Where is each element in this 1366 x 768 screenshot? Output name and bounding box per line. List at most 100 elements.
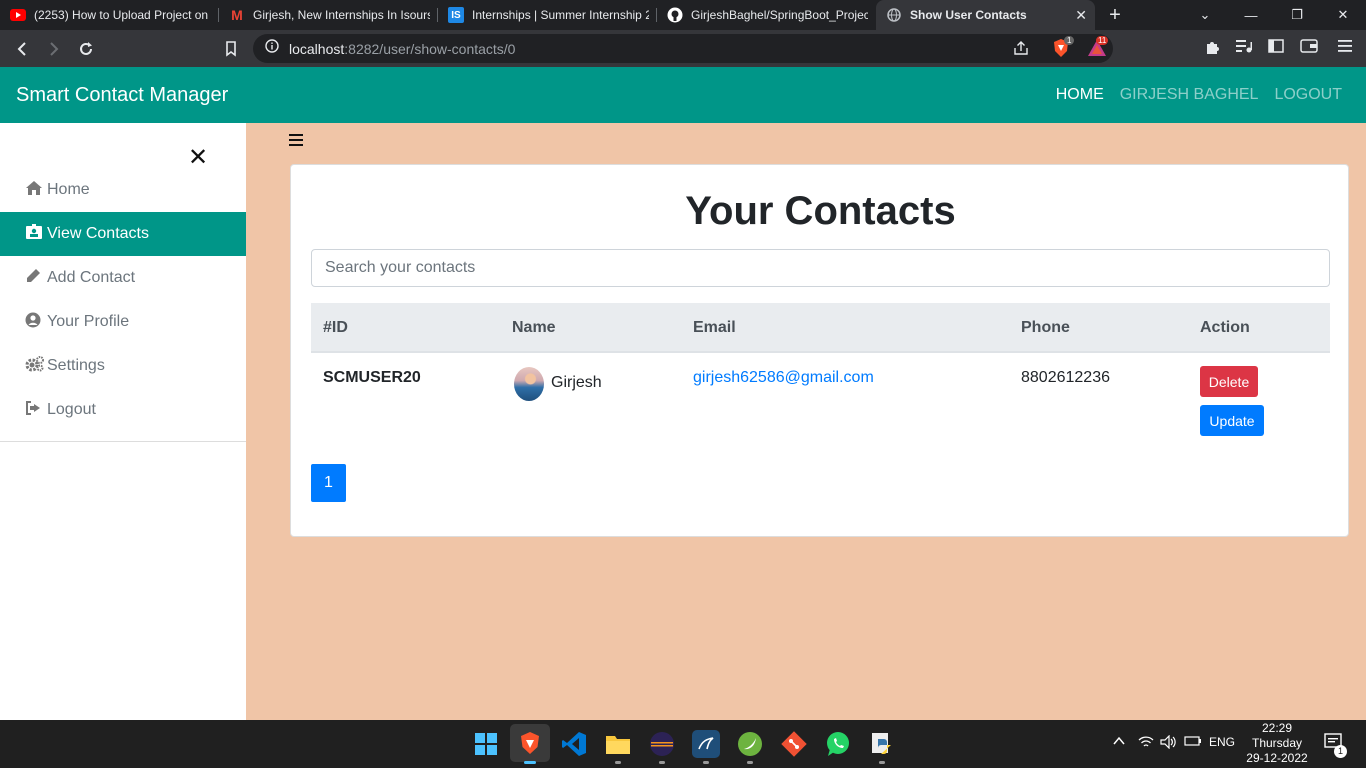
contact-id: SCMUSER20	[323, 369, 421, 386]
mysql-workbench-icon[interactable]	[692, 730, 720, 758]
menu-icon[interactable]	[1338, 39, 1352, 56]
sidebar-divider	[0, 441, 246, 442]
page-title: Your Contacts	[685, 189, 956, 233]
delete-button[interactable]: Delete	[1200, 366, 1258, 397]
address-bar[interactable]: localhost:8282/user/show-contacts/0	[253, 34, 1113, 63]
git-icon[interactable]	[780, 730, 808, 758]
eclipse-icon[interactable]	[648, 730, 676, 758]
new-tab-button[interactable]: +	[1095, 0, 1135, 30]
contact-email-link[interactable]: girjesh62586@gmail.com	[693, 369, 874, 387]
forward-icon[interactable]	[43, 38, 65, 60]
whatsapp-icon[interactable]	[824, 730, 852, 758]
browser-tab-3[interactable]: GirjeshBaghel/SpringBoot_Project	[657, 0, 876, 30]
browser-tab-4-active[interactable]: Show User Contacts ✕	[876, 0, 1095, 30]
active-app-indicator	[524, 761, 536, 764]
user-circle-icon	[25, 312, 43, 333]
pagination-page-1[interactable]: 1	[311, 464, 346, 502]
back-icon[interactable]	[11, 38, 33, 60]
wifi-icon[interactable]	[1138, 735, 1154, 752]
brave-browser-taskbar-icon[interactable]	[510, 724, 550, 762]
sidebar-item-settings[interactable]: Settings	[0, 344, 246, 388]
sidebar-toggle-icon[interactable]	[1268, 39, 1284, 56]
nav-link-logout[interactable]: LOGOUT	[1274, 86, 1342, 104]
browser-tab-bar: (2253) How to Upload Project on G M Girj…	[0, 0, 1366, 30]
volume-icon[interactable]	[1160, 734, 1178, 752]
language-indicator[interactable]: ENG	[1209, 735, 1235, 749]
site-info-icon[interactable]	[265, 39, 279, 58]
vscode-icon[interactable]	[560, 730, 588, 758]
sidebar-item-label: Add Contact	[47, 269, 136, 286]
clock-date: 29-12-2022	[1246, 751, 1308, 765]
isourse-icon: IS	[448, 7, 464, 23]
maximize-icon[interactable]: ❐	[1274, 0, 1320, 30]
avatar	[514, 367, 544, 401]
id-card-icon	[25, 223, 43, 245]
sidebar-item-label: Your Profile	[47, 313, 130, 330]
browser-tab-1[interactable]: M Girjesh, New Internships In Isourse	[219, 0, 438, 30]
sign-out-icon	[25, 400, 43, 421]
windows-start-icon[interactable]	[472, 730, 500, 758]
sidebar-item-view-contacts[interactable]: View Contacts	[0, 212, 246, 256]
tab-search-icon[interactable]: ⌄	[1182, 0, 1228, 30]
tab-title: GirjeshBaghel/SpringBoot_Project	[691, 8, 868, 22]
spring-tool-suite-icon[interactable]	[736, 730, 764, 758]
table-row: SCMUSER20 Girjesh girjesh62586@gmail.com…	[311, 355, 1330, 445]
show-hidden-icons-chevron-up-icon[interactable]	[1113, 735, 1125, 749]
column-header-phone: Phone	[1021, 319, 1070, 336]
window-controls: ⌄ — ❐ ✕	[1182, 0, 1366, 30]
sidebar-item-logout[interactable]: Logout	[0, 388, 246, 432]
tab-title: (2253) How to Upload Project on G	[34, 8, 211, 22]
nav-links: HOME GIRJESH BAGHEL LOGOUT	[1056, 86, 1342, 104]
top-navbar: Smart Contact Manager HOME GIRJESH BAGHE…	[0, 67, 1366, 123]
brand-title[interactable]: Smart Contact Manager	[16, 84, 228, 107]
browser-toolbar: localhost:8282/user/show-contacts/0 1 11	[0, 30, 1366, 67]
update-button[interactable]: Update	[1200, 405, 1264, 436]
sidebar-item-home[interactable]: Home	[0, 168, 246, 212]
sidebar-item-label: Settings	[47, 357, 105, 374]
app-indicator	[659, 761, 665, 764]
rewards-badge: 11	[1096, 36, 1109, 45]
web-page: Smart Contact Manager HOME GIRJESH BAGHE…	[0, 67, 1366, 720]
contacts-card: Your Contacts #ID Name Email Phone Actio…	[290, 164, 1349, 537]
column-header-action: Action	[1200, 319, 1250, 336]
hamburger-menu-icon[interactable]	[289, 130, 303, 151]
nav-link-home[interactable]: HOME	[1056, 86, 1104, 104]
table-header: #ID Name Email Phone Action	[311, 303, 1330, 353]
close-tab-icon[interactable]: ✕	[1075, 7, 1087, 24]
browser-tab-2[interactable]: IS Internships | Summer Internship 20	[438, 0, 657, 30]
sidebar: ✕ Home View Contacts Add Contact Your Pr…	[0, 123, 246, 720]
app-indicator	[879, 761, 885, 764]
cogs-icon	[25, 355, 44, 377]
contact-phone: 8802612236	[1021, 369, 1110, 386]
sidebar-item-label: View Contacts	[47, 225, 149, 242]
app-indicator	[703, 761, 709, 764]
close-window-icon[interactable]: ✕	[1320, 0, 1366, 30]
playlist-icon[interactable]	[1236, 39, 1252, 56]
search-input[interactable]	[311, 249, 1330, 287]
home-icon	[25, 180, 43, 201]
app-indicator	[747, 761, 753, 764]
reload-icon[interactable]	[75, 38, 97, 60]
sidebar-item-add-contact[interactable]: Add Contact	[0, 256, 246, 300]
tab-title: Girjesh, New Internships In Isourse	[253, 8, 430, 22]
nav-link-user[interactable]: GIRJESH BAGHEL	[1120, 86, 1259, 104]
tab-title: Show User Contacts	[910, 8, 1027, 22]
minimize-icon[interactable]: —	[1228, 0, 1274, 30]
share-icon[interactable]	[1013, 40, 1029, 61]
browser-tab-0[interactable]: (2253) How to Upload Project on G	[0, 0, 219, 30]
column-header-name: Name	[512, 319, 556, 336]
extensions-icon[interactable]	[1204, 39, 1220, 58]
python-icon[interactable]	[868, 730, 896, 758]
sidebar-item-label: Home	[47, 181, 90, 198]
clock[interactable]: 22:29 Thursday 29-12-2022	[1242, 721, 1312, 766]
windows-taskbar: ENG 22:29 Thursday 29-12-2022 1	[0, 720, 1366, 768]
gmail-icon: M	[231, 7, 243, 23]
battery-icon[interactable]	[1184, 735, 1202, 750]
sidebar-item-label: Logout	[47, 401, 96, 418]
sidebar-item-your-profile[interactable]: Your Profile	[0, 300, 246, 344]
bookmark-icon[interactable]	[220, 38, 242, 60]
wallet-icon[interactable]	[1300, 39, 1318, 56]
github-icon	[667, 7, 683, 23]
file-explorer-icon[interactable]	[604, 730, 632, 758]
url-text: localhost:8282/user/show-contacts/0	[289, 40, 516, 57]
